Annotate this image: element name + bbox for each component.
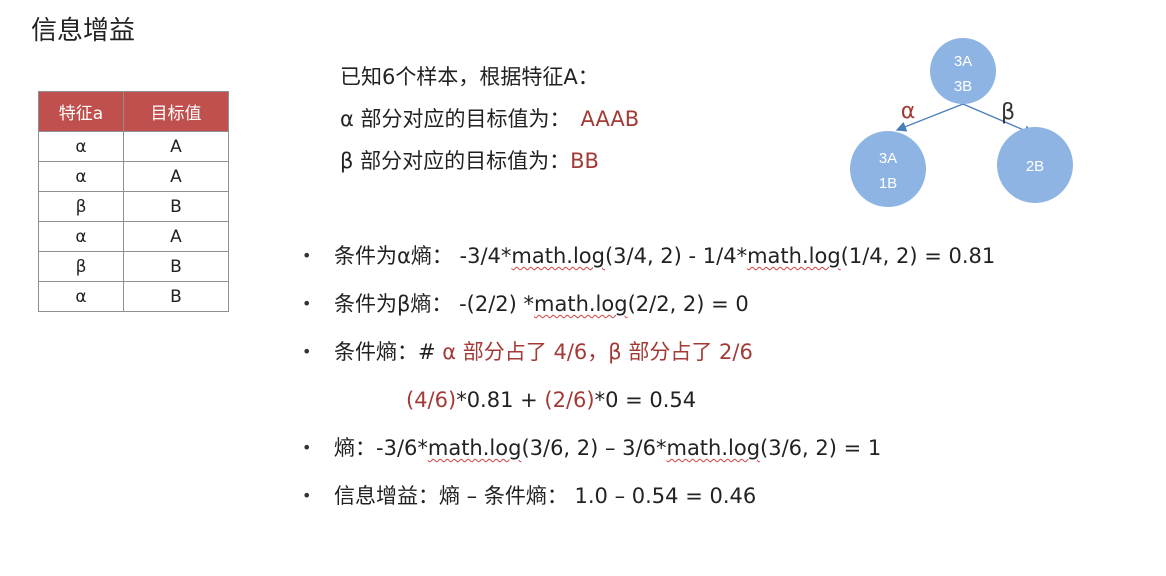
intro-line-2: α 部分对应的目标值为： AAAB: [340, 98, 639, 140]
bullet-dot: •: [302, 294, 312, 313]
feature-cell: α: [38, 161, 124, 192]
table-header-row: 特征a 目标值: [38, 91, 229, 132]
column-header-target: 目标值: [123, 91, 229, 132]
beta-part-label: β 部分对应的目标值为：: [340, 149, 571, 173]
root-node-label-a: 3A: [954, 53, 972, 70]
intro-line-1: 已知6个样本，根据特征A：: [340, 65, 599, 89]
beta-entropy-formula: 条件为β熵： -(2/2) *math.log(2/2, 2) = 0: [334, 280, 749, 328]
formula-text: (3/6, 2) – 3/6*: [521, 436, 667, 460]
formula-text: 熵：-3/6*: [334, 436, 428, 460]
left-child-label-a: 3A: [879, 150, 897, 167]
table-row: β B: [38, 251, 229, 282]
feature-cell: α: [38, 221, 124, 252]
feature-cell: β: [38, 251, 124, 282]
formula-text: *0 = 0.54: [594, 388, 697, 412]
formula-text: 条件为β熵： -(2/2) *: [334, 292, 535, 316]
table-row: α A: [38, 131, 229, 162]
table-row: β B: [38, 191, 229, 222]
formula-text: (3/4, 2) - 1/4*: [604, 244, 748, 268]
formula-text: (2/2, 2) = 0: [627, 292, 749, 316]
target-cell: A: [123, 161, 229, 192]
formula-function: math.log: [666, 436, 761, 460]
target-cell: B: [123, 191, 229, 222]
target-cell: B: [123, 281, 229, 312]
formula-function: math.log: [511, 244, 605, 268]
left-child-node: [850, 131, 926, 207]
edge-beta-label: β: [1001, 100, 1015, 125]
formula-function: math.log: [534, 292, 628, 316]
formula-text: 条件熵：#: [334, 340, 443, 364]
column-header-feature: 特征a: [38, 91, 124, 132]
target-cell: A: [123, 131, 229, 162]
feature-cell: β: [38, 191, 124, 222]
bullet-dot: •: [302, 486, 312, 505]
intro-block: 已知6个样本，根据特征A： α 部分对应的目标值为： AAAB β 部分对应的目标…: [340, 56, 639, 182]
conditional-entropy-formula: (4/6)*0.81 + (2/6)*0 = 0.54: [406, 376, 696, 424]
beta-part-value: BB: [570, 149, 599, 173]
formula-text: 条件为α熵： -3/4*: [334, 244, 512, 268]
table-row: α A: [38, 161, 229, 192]
intro-line-3: β 部分对应的目标值为：BB: [340, 140, 639, 182]
bullet-dot: •: [302, 342, 312, 361]
alpha-part-value: AAAB: [580, 107, 640, 131]
split-tree-diagram: 3A 3B α β 3A 1B 2B: [850, 38, 1073, 207]
alpha-part-label: α 部分对应的目标值为：: [340, 107, 571, 131]
conditional-entropy-label: 条件熵：# α 部分占了 4/6，β 部分占了 2/6: [334, 328, 753, 376]
edge-alpha-label: α: [901, 99, 916, 124]
beta-weight: (2/6): [544, 388, 595, 412]
root-node-label-b: 3B: [954, 78, 972, 95]
entropy-formula: 熵：-3/6*math.log(3/6, 2) – 3/6*math.log(3…: [334, 424, 881, 472]
bullet-dot: •: [302, 246, 312, 265]
alpha-weight: (4/6): [406, 388, 457, 412]
feature-cell: α: [38, 131, 124, 162]
table-row: α A: [38, 221, 229, 252]
alpha-entropy-formula: 条件为α熵： -3/4*math.log(3/4, 2) - 1/4*math.…: [334, 232, 995, 280]
bullet-dot: •: [302, 438, 312, 457]
left-child-label-b: 1B: [879, 175, 897, 192]
target-cell: A: [123, 221, 229, 252]
table-row: α B: [38, 281, 229, 312]
formula-function: math.log: [747, 244, 841, 268]
formula-text: (1/4, 2) = 0.81: [840, 244, 996, 268]
slide-title: 信息增益: [31, 16, 136, 46]
proportion-note: α 部分占了 4/6，β 部分占了 2/6: [442, 340, 753, 364]
formula-text: (3/6, 2) = 1: [760, 436, 882, 460]
target-cell: B: [123, 251, 229, 282]
right-child-label: 2B: [1026, 158, 1044, 175]
formula-text: *0.81 +: [456, 388, 545, 412]
feature-cell: α: [38, 281, 124, 312]
formula-function: math.log: [427, 436, 522, 460]
sample-table: 特征a 目标值 α A α A β B α A β B α B: [38, 91, 229, 312]
information-gain-formula: 信息增益：熵 – 条件熵： 1.0 – 0.54 = 0.46: [334, 484, 757, 508]
